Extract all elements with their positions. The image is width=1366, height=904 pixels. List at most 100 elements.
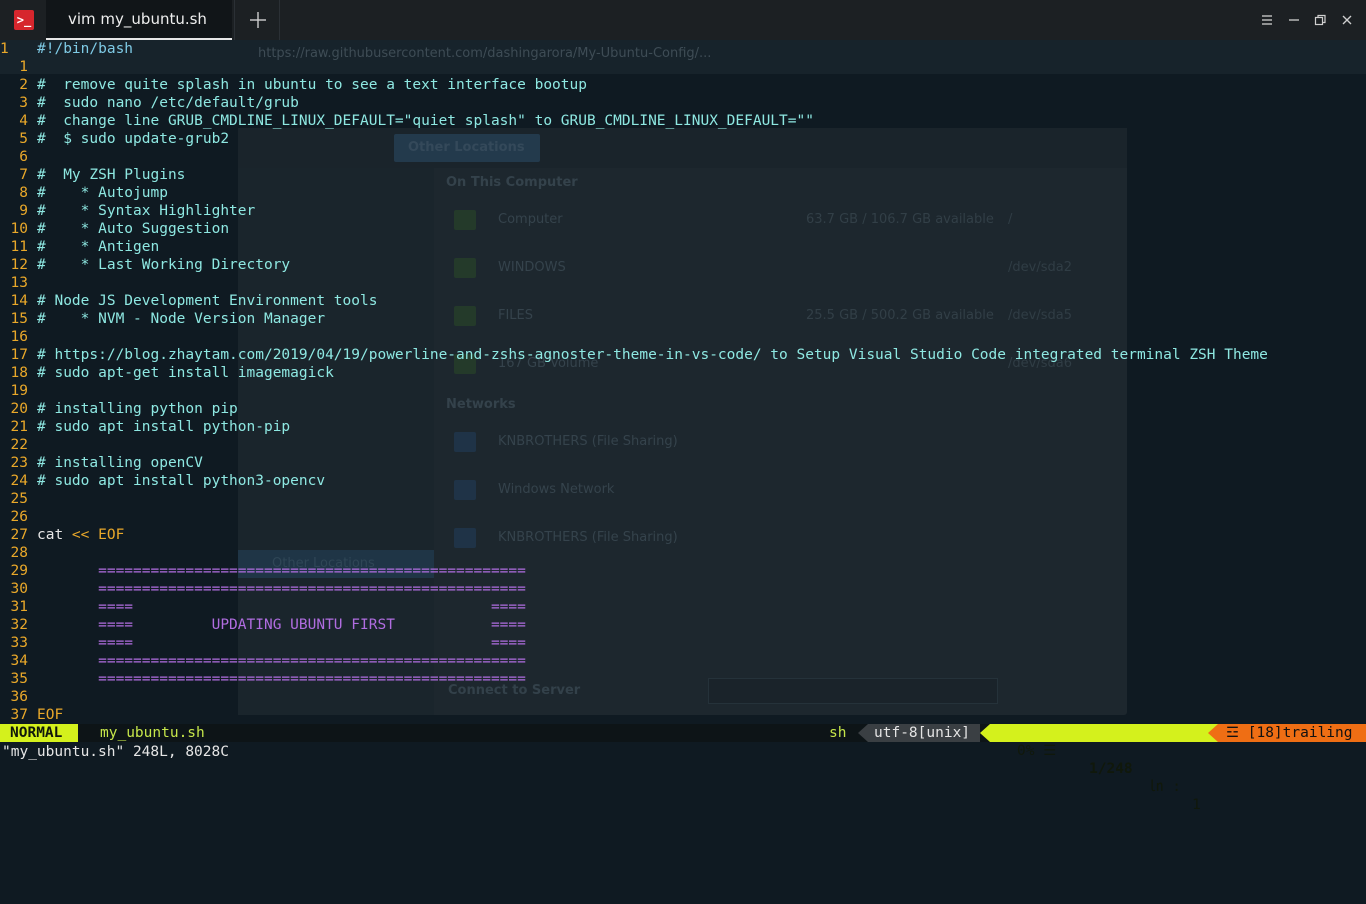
editor-line[interactable]: 25 (0, 490, 1366, 508)
tab-vim-my-ubuntu[interactable]: vim my_ubuntu.sh (46, 0, 232, 40)
line-number: 5 (19, 131, 28, 147)
line-text: ========================================… (37, 581, 526, 597)
line-number: 19 (10, 383, 28, 399)
editor-line[interactable]: 33 ==== ==== (0, 634, 1366, 652)
editor-line[interactable]: 11 # * Antigen (0, 238, 1366, 256)
line-number: 27 (10, 527, 28, 543)
line-text: ========================================… (37, 671, 526, 687)
tab-title: vim my_ubuntu.sh (68, 10, 207, 28)
vim-statusline: NORMAL my_ubuntu.sh sh utf-8[unix] 0% ☰ … (0, 724, 1366, 813)
editor-line[interactable]: 21 # sudo apt install python-pip (0, 418, 1366, 436)
plus-icon (250, 12, 266, 28)
trailing-whitespace-warning: ☲ [18]trailing (1218, 724, 1366, 742)
editor-line[interactable]: 4 # change line GRUB_CMDLINE_LINUX_DEFAUL… (0, 112, 1366, 130)
line-text: # installing openCV (37, 455, 203, 471)
line-text: cat << EOF (37, 526, 124, 544)
line-text: ==== ==== (37, 635, 526, 651)
line-number: 8 (19, 185, 28, 201)
line-number: 18 (10, 365, 28, 381)
editor-line[interactable]: 15 # * NVM - Node Version Manager (0, 310, 1366, 328)
editor-line[interactable]: 3 # sudo nano /etc/default/grub (0, 94, 1366, 112)
line-text: # https://blog.zhaytam.com/2019/04/19/po… (37, 347, 1268, 363)
editor-line[interactable]: 19 (0, 382, 1366, 400)
line-number: 36 (10, 689, 28, 705)
editor-line[interactable]: 27 cat << EOF (0, 526, 1366, 544)
restore-icon (1314, 14, 1326, 26)
vim-command-line[interactable]: "my_ubuntu.sh" 248L, 8028C (2, 743, 229, 761)
line-number: 33 (10, 635, 28, 651)
line-text: # change line GRUB_CMDLINE_LINUX_DEFAULT… (37, 113, 814, 129)
line-number: 26 (10, 509, 28, 525)
close-button[interactable] (1338, 11, 1356, 29)
line-number: 12 (10, 257, 28, 273)
editor-line[interactable]: 12 # * Last Working Directory (0, 256, 1366, 274)
line-number: 14 (10, 293, 28, 309)
editor-line[interactable]: 1 #!/bin/bash (0, 40, 1366, 58)
editor-line[interactable]: 13 (0, 274, 1366, 292)
editor-line[interactable]: 6 (0, 148, 1366, 166)
line-text: # * NVM - Node Version Manager (37, 311, 326, 327)
editor-line[interactable]: 26 (0, 508, 1366, 526)
line-number: 20 (10, 401, 28, 417)
line-text: # sudo nano /etc/default/grub (37, 95, 299, 111)
line-text: ========================================… (37, 653, 526, 669)
editor-line[interactable]: 20 # installing python pip (0, 400, 1366, 418)
editor-line[interactable]: 23 # installing openCV (0, 454, 1366, 472)
new-tab-button[interactable] (234, 0, 280, 40)
line-number: 13 (10, 275, 28, 291)
editor-line[interactable]: 8 # * Autojump (0, 184, 1366, 202)
statusline-position: 0% ☰ 1/248 ㏑ : 1 (990, 724, 1220, 813)
line-text: # $ sudo update-grub2 (37, 131, 230, 147)
line-number: 3 (19, 95, 28, 111)
line-number: 32 (10, 617, 28, 633)
line-number: 15 (10, 311, 28, 327)
editor-line[interactable]: 1 (0, 58, 1366, 76)
line-text: # sudo apt-get install imagemagick (37, 365, 334, 381)
line-text: # installing python pip (37, 401, 238, 417)
line-text: # My ZSH Plugins (37, 167, 186, 183)
heredoc-command: cat (37, 527, 72, 543)
line-number: 2 (19, 77, 28, 93)
editor-line[interactable]: 37 EOF (0, 706, 1366, 724)
statusline-column: 1 (1192, 797, 1201, 813)
editor-line[interactable]: 34 =====================================… (0, 652, 1366, 670)
terminal-app-icon[interactable]: >_ (14, 10, 34, 30)
minimize-icon (1289, 19, 1299, 21)
line-text: # * Autojump (37, 185, 168, 201)
editor-line[interactable]: 17 # https://blog.zhaytam.com/2019/04/19/… (0, 346, 1366, 364)
line-number: 21 (10, 419, 28, 435)
statusline-encoding: utf-8[unix] (868, 724, 980, 742)
line-number: 11 (10, 239, 28, 255)
powerline-separator (980, 724, 990, 742)
editor-line[interactable]: 14 # Node JS Development Environment tool… (0, 292, 1366, 310)
vim-editor-buffer[interactable]: 1 #!/bin/bash 1 2 # remove quite splash in u… (0, 40, 1366, 724)
editor-line[interactable]: 2 # remove quite splash in ubuntu to see … (0, 76, 1366, 94)
editor-line[interactable]: 24 # sudo apt install python3-opencv (0, 472, 1366, 490)
editor-line[interactable]: 29 =====================================… (0, 562, 1366, 580)
editor-line[interactable]: 16 (0, 328, 1366, 346)
editor-line[interactable]: 31 ==== ==== (0, 598, 1366, 616)
editor-line[interactable]: 35 =====================================… (0, 670, 1366, 688)
editor-line[interactable]: 32 ==== UPDATING UBUNTU FIRST ==== (0, 616, 1366, 634)
line-text: # sudo apt install python-pip (37, 419, 291, 435)
powerline-separator (1208, 724, 1218, 742)
editor-line[interactable]: 18 # sudo apt-get install imagemagick (0, 364, 1366, 382)
editor-line[interactable]: 7 # My ZSH Plugins (0, 166, 1366, 184)
restore-button[interactable] (1311, 11, 1329, 29)
line-number: 10 (10, 221, 28, 237)
editor-line[interactable]: 36 (0, 688, 1366, 706)
line-text: EOF (37, 707, 64, 723)
editor-line[interactable]: 5 # $ sudo update-grub2 (0, 130, 1366, 148)
editor-line[interactable]: 22 (0, 436, 1366, 454)
heredoc-delimiter: EOF (89, 527, 125, 543)
editor-line[interactable]: 28 (0, 544, 1366, 562)
line-number: 17 (10, 347, 28, 363)
minimize-button[interactable] (1285, 11, 1303, 29)
line-number: 34 (10, 653, 28, 669)
menu-button[interactable] (1258, 11, 1276, 29)
statusline-filetype: sh (829, 725, 847, 741)
line-number: 25 (10, 491, 28, 507)
editor-line[interactable]: 9 # * Syntax Highlighter (0, 202, 1366, 220)
editor-line[interactable]: 10 # * Auto Suggestion (0, 220, 1366, 238)
editor-line[interactable]: 30 =====================================… (0, 580, 1366, 598)
